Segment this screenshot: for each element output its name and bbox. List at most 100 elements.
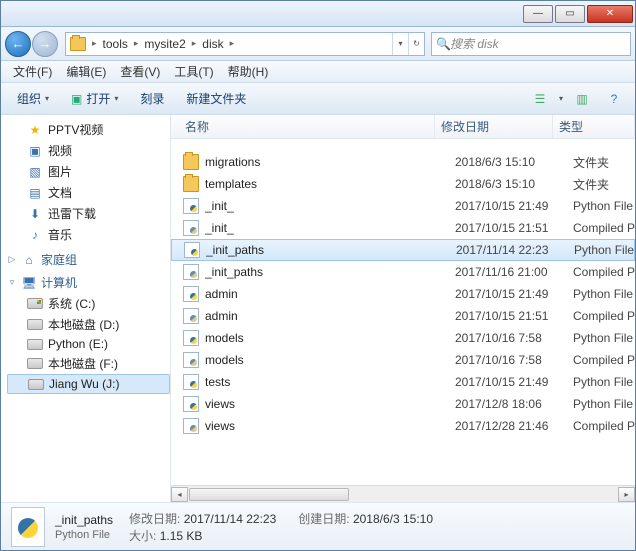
file-row[interactable]: admin 2017/10/15 21:51 Compiled Python F…	[171, 305, 635, 327]
menu-help[interactable]: 帮助(H)	[222, 61, 275, 82]
file-row[interactable]: _init_ 2017/10/15 21:49 Python File	[171, 195, 635, 217]
file-name: models	[205, 331, 455, 345]
menu-view[interactable]: 查看(V)	[114, 61, 166, 82]
drive-icon	[27, 358, 43, 369]
file-row[interactable]: admin 2017/10/15 21:49 Python File	[171, 283, 635, 305]
item-icon: ▣	[27, 143, 43, 159]
menu-edit[interactable]: 编辑(E)	[60, 61, 112, 82]
sidebar-drive[interactable]: Python (E:)	[7, 335, 170, 353]
sidebar-group-homegroup[interactable]: ▷⌂家庭组	[7, 251, 170, 268]
menu-file[interactable]: 文件(F)	[7, 61, 58, 82]
file-row[interactable]: views 2017/12/8 18:06 Python File	[171, 393, 635, 415]
sidebar-item[interactable]: ♪音乐	[7, 224, 170, 245]
sidebar-item[interactable]: ★PPTV视频	[7, 119, 170, 140]
sidebar-label: 视频	[48, 142, 72, 159]
scroll-left-button[interactable]: ◂	[171, 487, 188, 502]
python-file-icon	[183, 418, 199, 434]
details-filename: _init_paths	[55, 513, 113, 527]
drive-icon	[27, 298, 43, 309]
chevron-icon[interactable]: ▸	[90, 38, 99, 49]
file-name: views	[205, 419, 455, 433]
file-type: 文件夹	[573, 176, 635, 193]
address-dropdown[interactable]: ▾	[392, 33, 408, 55]
sidebar-label: 文档	[48, 184, 72, 201]
file-row[interactable]: templates 2018/6/3 15:10 文件夹	[171, 173, 635, 195]
file-name: tests	[205, 375, 455, 389]
chevron-icon[interactable]: ▸	[132, 38, 141, 49]
chevron-icon[interactable]: ▸	[190, 38, 199, 49]
search-icon: 🔍	[436, 37, 450, 51]
burn-button[interactable]: 刻录	[132, 87, 172, 110]
breadcrumb-seg[interactable]: disk	[198, 33, 227, 55]
sidebar-drive[interactable]: Jiang Wu (J:)	[7, 374, 170, 394]
sidebar-item[interactable]: ⬇迅雷下载	[7, 203, 170, 224]
python-file-icon	[183, 264, 199, 280]
nav-bar: ← → ▸ tools ▸ mysite2 ▸ disk ▸ ▾ ↻ 🔍 搜索 …	[1, 27, 635, 61]
col-date[interactable]: 修改日期	[435, 115, 553, 138]
sidebar-group-computer[interactable]: ▿🖥计算机	[7, 274, 170, 291]
breadcrumb-seg[interactable]: tools	[99, 33, 132, 55]
file-row[interactable]: _init_ 2017/10/15 21:51 Compiled Python …	[171, 217, 635, 239]
item-icon: ▤	[27, 185, 43, 201]
open-button[interactable]: ▣打开▾	[63, 87, 126, 110]
view-mode-button[interactable]: ☰	[527, 88, 553, 110]
drive-label: Jiang Wu (J:)	[49, 377, 119, 391]
sidebar-label: 迅雷下载	[48, 205, 96, 222]
file-row[interactable]: migrations 2018/6/3 15:10 文件夹	[171, 151, 635, 173]
file-row[interactable]: models 2017/10/16 7:58 Python File	[171, 327, 635, 349]
file-date: 2018/6/3 15:10	[455, 155, 573, 169]
col-type[interactable]: 类型	[553, 115, 635, 138]
chevron-icon[interactable]: ▸	[228, 38, 237, 49]
column-headers: 名称 修改日期 类型	[171, 115, 635, 139]
sidebar-drive[interactable]: 本地磁盘 (F:)	[7, 353, 170, 374]
sidebar-item[interactable]: ▣ 视频	[7, 140, 170, 161]
col-name[interactable]: 名称	[179, 115, 435, 138]
help-button[interactable]: ?	[601, 88, 627, 110]
file-name: models	[205, 353, 455, 367]
python-file-icon	[183, 286, 199, 302]
file-type: Compiled Python File	[573, 221, 635, 235]
minimize-button[interactable]: —	[523, 5, 553, 23]
python-file-icon	[183, 352, 199, 368]
back-button[interactable]: ←	[5, 31, 31, 57]
sidebar-item[interactable]: ▤ 文档	[7, 182, 170, 203]
file-row[interactable]: _init_paths 2017/11/16 21:00 Compiled Py…	[171, 261, 635, 283]
close-button[interactable]: ✕	[587, 5, 633, 23]
drive-icon	[28, 379, 44, 390]
horizontal-scrollbar[interactable]: ◂ ▸	[171, 485, 635, 502]
forward-button[interactable]: →	[32, 31, 58, 57]
file-list[interactable]: migrations 2018/6/3 15:10 文件夹 templates …	[171, 139, 635, 485]
drive-icon	[27, 339, 43, 350]
sidebar-item[interactable]: ▧图片	[7, 161, 170, 182]
file-row[interactable]: _init_paths 2017/11/14 22:23 Python File	[171, 239, 635, 261]
refresh-button[interactable]: ↻	[408, 33, 424, 55]
file-date: 2017/10/15 21:49	[455, 199, 573, 213]
sidebar-drive[interactable]: 系统 (C:)	[7, 293, 170, 314]
scroll-thumb[interactable]	[189, 488, 349, 501]
folder-icon	[70, 37, 86, 51]
address-bar[interactable]: ▸ tools ▸ mysite2 ▸ disk ▸ ▾ ↻	[65, 32, 425, 56]
file-date: 2017/10/16 7:58	[455, 353, 573, 367]
explorer-window: — ▭ ✕ ← → ▸ tools ▸ mysite2 ▸ disk ▸ ▾ ↻…	[0, 0, 636, 551]
file-row[interactable]: models 2017/10/16 7:58 Compiled Python F…	[171, 349, 635, 371]
file-name: _init_paths	[205, 265, 455, 279]
titlebar: — ▭ ✕	[1, 1, 635, 27]
file-row[interactable]: tests 2017/10/15 21:49 Python File	[171, 371, 635, 393]
scroll-right-button[interactable]: ▸	[618, 487, 635, 502]
file-row[interactable]: views 2017/12/28 21:46 Compiled Python F…	[171, 415, 635, 437]
new-folder-button[interactable]: 新建文件夹	[178, 87, 254, 110]
sidebar-drive[interactable]: 本地磁盘 (D:)	[7, 314, 170, 335]
file-type: Python File	[573, 375, 635, 389]
preview-pane-button[interactable]: ▥	[569, 88, 595, 110]
file-name: _init_paths	[206, 243, 456, 257]
search-input[interactable]: 🔍 搜索 disk	[431, 32, 631, 56]
size-value: 1.15 KB	[160, 529, 203, 543]
file-date: 2017/12/8 18:06	[455, 397, 573, 411]
organize-button[interactable]: 组织▾	[9, 87, 57, 110]
item-icon: ♪	[27, 227, 43, 243]
file-name: _init_	[205, 199, 455, 213]
breadcrumb-seg[interactable]: mysite2	[140, 33, 189, 55]
menu-tools[interactable]: 工具(T)	[168, 61, 219, 82]
maximize-button[interactable]: ▭	[555, 5, 585, 23]
file-type: Compiled Python File	[573, 419, 635, 433]
